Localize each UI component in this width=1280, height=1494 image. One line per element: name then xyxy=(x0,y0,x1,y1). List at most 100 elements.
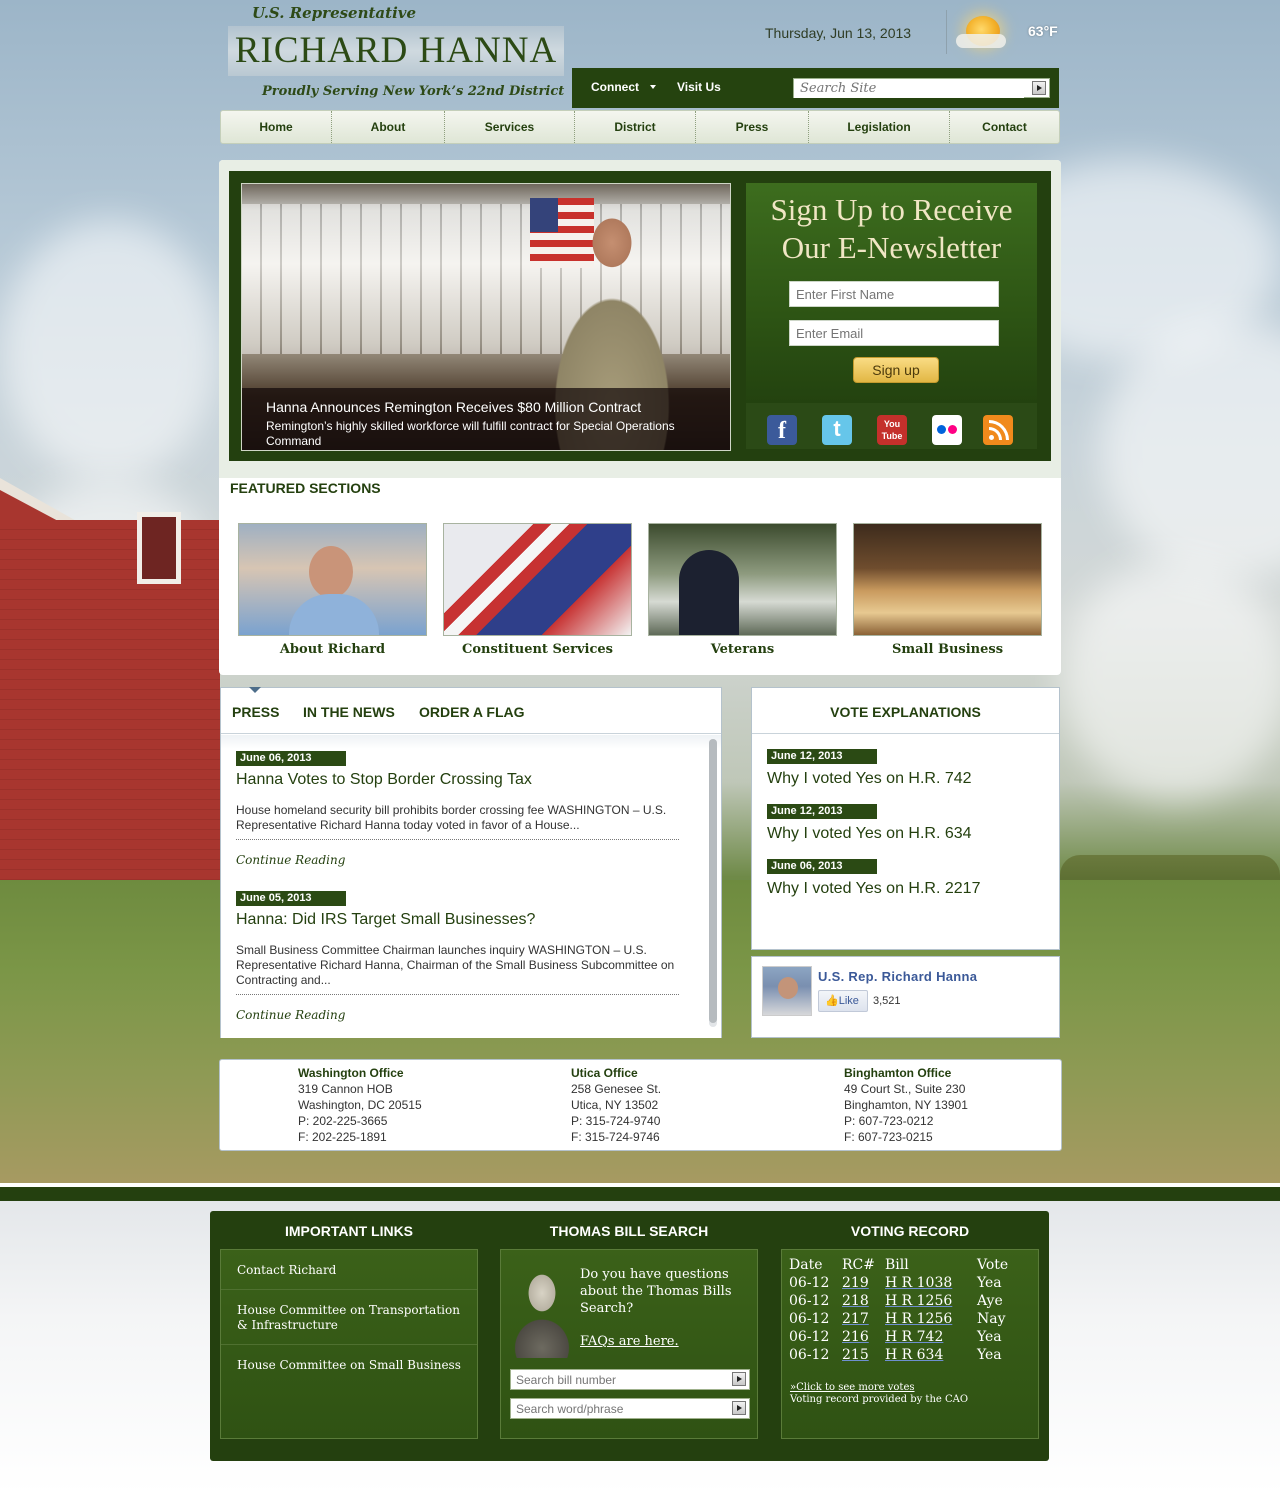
featured-veterans[interactable]: Veterans xyxy=(648,523,837,657)
featured-constituent-services[interactable]: Constituent Services xyxy=(443,523,632,657)
article-title[interactable]: Hanna Votes to Stop Border Crossing Tax xyxy=(236,771,679,789)
office-phone: P: 607-723-0212 xyxy=(844,1114,934,1128)
vote-date-cell: 06-12 xyxy=(789,1275,830,1291)
office-fax: F: 607-723-0215 xyxy=(844,1130,933,1144)
roll-call-link[interactable]: 218 xyxy=(842,1292,885,1310)
vote-cell: Nay xyxy=(977,1311,1006,1327)
thomas-question: Do you have questions about the Thomas B… xyxy=(580,1267,732,1316)
article-title[interactable]: Hanna: Did IRS Target Small Businesses? xyxy=(236,911,679,929)
roll-call-link[interactable]: 219 xyxy=(842,1274,885,1292)
vote-link[interactable]: Why I voted Yes on H.R. 742 xyxy=(767,770,972,788)
tab-in-the-news[interactable]: IN THE NEWS xyxy=(303,704,395,720)
small-business-photo[interactable] xyxy=(853,523,1042,636)
featured-caption-constituent[interactable]: Constituent Services xyxy=(443,642,632,657)
tab-press[interactable]: PRESS xyxy=(232,704,279,720)
footer-link-contact[interactable]: Contact Richard xyxy=(221,1250,477,1290)
site-logo[interactable]: RICHARD HANNA xyxy=(228,26,564,76)
bill-link[interactable]: H R 1256 xyxy=(885,1292,977,1310)
social-bar: f t You Tube xyxy=(746,403,1037,449)
vote-link[interactable]: Why I voted Yes on H.R. 634 xyxy=(767,825,972,843)
featured-about[interactable]: About Richard xyxy=(238,523,427,657)
scrollbar[interactable] xyxy=(709,739,717,1027)
signup-button[interactable]: Sign up xyxy=(853,357,939,383)
word-phrase-submit-button[interactable] xyxy=(732,1401,746,1415)
table-row: 06-12 215 H R 634 Yea xyxy=(789,1346,1035,1364)
important-links-title: IMPORTANT LINKS xyxy=(284,1223,414,1239)
bill-number-search xyxy=(510,1369,750,1390)
facebook-page-name[interactable]: U.S. Rep. Richard Hanna xyxy=(818,969,977,984)
roll-call-link[interactable]: 217 xyxy=(842,1310,885,1328)
bill-link[interactable]: H R 634 xyxy=(885,1346,977,1364)
featured-caption-veterans[interactable]: Veterans xyxy=(648,642,837,657)
search-input[interactable] xyxy=(794,79,1024,98)
avatar[interactable] xyxy=(762,966,812,1016)
vote-date: June 12, 2013 xyxy=(767,749,877,764)
office-name: Utica Office xyxy=(571,1066,638,1080)
vote-cell: Yea xyxy=(977,1275,1002,1291)
bill-number-submit-button[interactable] xyxy=(732,1372,746,1386)
more-votes-link[interactable]: »Click to see more votes xyxy=(790,1382,968,1394)
thomas-faq-link[interactable]: FAQs are here. xyxy=(580,1334,679,1349)
email-field[interactable] xyxy=(789,320,999,346)
voting-record-table: Date RC# Bill Vote 06-12 219 H R 1038 Ye… xyxy=(789,1256,1035,1364)
featured-caption-small-business[interactable]: Small Business xyxy=(853,642,1042,657)
nav-contact[interactable]: Contact xyxy=(950,111,1059,143)
roll-call-link[interactable]: 215 xyxy=(842,1346,885,1364)
tab-order-a-flag[interactable]: ORDER A FLAG xyxy=(419,704,525,720)
hero-slide[interactable]: Hanna Announces Remington Receives $80 M… xyxy=(241,183,731,451)
nav-home[interactable]: Home xyxy=(221,111,332,143)
office-phone: P: 315-724-9740 xyxy=(571,1114,661,1128)
nav-about[interactable]: About xyxy=(332,111,445,143)
first-name-field[interactable] xyxy=(789,281,999,307)
visit-us-link[interactable]: Visit Us xyxy=(677,80,721,94)
bill-link[interactable]: H R 1038 xyxy=(885,1274,977,1292)
facebook-like-box: U.S. Rep. Richard Hanna 👍Like 3,521 xyxy=(751,956,1060,1038)
press-list[interactable]: June 06, 2013 Hanna Votes to Stop Border… xyxy=(221,735,721,1038)
footer-divider xyxy=(0,1183,1280,1201)
vote-date: June 06, 2013 xyxy=(767,859,877,874)
office-name: Washington Office xyxy=(298,1066,404,1080)
footer-link-small-business[interactable]: House Committee on Small Business xyxy=(221,1345,477,1384)
bill-link[interactable]: H R 742 xyxy=(885,1328,977,1346)
vote-link[interactable]: Why I voted Yes on H.R. 2217 xyxy=(767,880,980,898)
office-name: Binghamton Office xyxy=(844,1066,952,1080)
nav-press[interactable]: Press xyxy=(696,111,809,143)
table-header: Date RC# Bill Vote xyxy=(789,1256,1035,1274)
bill-link[interactable]: H R 1256 xyxy=(885,1310,977,1328)
office-fax: F: 315-724-9746 xyxy=(571,1130,660,1144)
like-count: 3,521 xyxy=(873,995,901,1007)
continue-reading-link[interactable]: Continue Reading xyxy=(236,853,679,867)
featured-small-business[interactable]: Small Business xyxy=(853,523,1042,657)
chevron-down-icon[interactable] xyxy=(650,85,656,89)
constituent-services-photo[interactable] xyxy=(443,523,632,636)
search-submit-button[interactable] xyxy=(1032,81,1046,95)
continue-reading-link[interactable]: Continue Reading xyxy=(236,1008,679,1022)
rss-icon[interactable] xyxy=(983,415,1013,445)
column-bill: Bill xyxy=(885,1257,909,1273)
newsletter-title: Sign Up to Receive Our E-Newsletter xyxy=(746,191,1037,267)
youtube-icon[interactable]: You Tube xyxy=(877,415,907,445)
about-richard-photo[interactable] xyxy=(238,523,427,636)
featured-sections-heading: FEATURED SECTIONS xyxy=(230,480,381,496)
facebook-like-button[interactable]: 👍Like xyxy=(818,990,868,1012)
hero-headline[interactable]: Hanna Announces Remington Receives $80 M… xyxy=(266,398,706,416)
nav-district[interactable]: District xyxy=(575,111,696,143)
facebook-icon[interactable]: f xyxy=(767,415,797,445)
vote-date: June 12, 2013 xyxy=(767,804,877,819)
office-city: Binghamton, NY 13901 xyxy=(844,1098,968,1112)
nav-services[interactable]: Services xyxy=(445,111,575,143)
scrollbar-thumb[interactable] xyxy=(709,739,717,1023)
veterans-photo[interactable] xyxy=(648,523,837,636)
nav-legislation[interactable]: Legislation xyxy=(809,111,950,143)
twitter-icon[interactable]: t xyxy=(822,415,852,445)
newsletter-title-line1: Sign Up to Receive xyxy=(770,192,1013,227)
footer-link-transportation[interactable]: House Committee on Transportation & Infr… xyxy=(221,1290,477,1345)
roll-call-link[interactable]: 216 xyxy=(842,1328,885,1346)
flickr-icon[interactable] xyxy=(932,415,962,445)
vote-explanations-panel: VOTE EXPLANATIONS June 12, 2013 Why I vo… xyxy=(751,687,1060,950)
article-date: June 06, 2013 xyxy=(236,751,346,766)
connect-menu[interactable]: Connect xyxy=(591,80,639,94)
word-phrase-input[interactable] xyxy=(511,1399,721,1418)
featured-caption-about[interactable]: About Richard xyxy=(238,642,427,657)
bill-number-input[interactable] xyxy=(511,1370,721,1389)
